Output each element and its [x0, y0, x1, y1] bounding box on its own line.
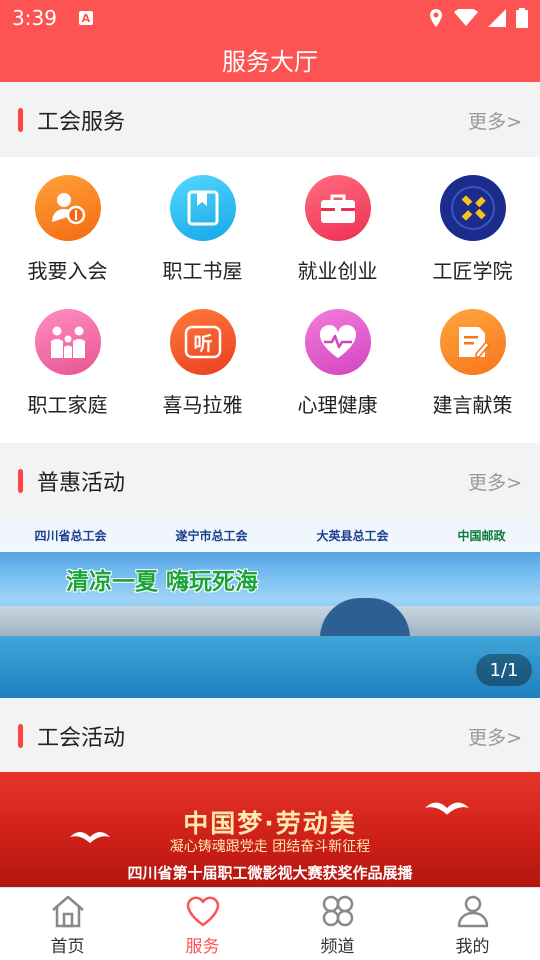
section-accent-bar — [18, 108, 23, 132]
ximalaya-icon: 听 — [169, 309, 236, 375]
section-accent-bar — [18, 724, 23, 748]
section-header-benefit-activity: 普惠活动 更多> — [0, 444, 540, 518]
notification-a-icon: A — [78, 11, 93, 25]
dove-icon — [70, 832, 110, 843]
service-item-employment[interactable]: 就业创业 — [270, 175, 405, 295]
section-header-union-service: 工会服务 更多> — [0, 83, 540, 157]
service-item-suggestion[interactable]: 建言献策 — [405, 309, 540, 429]
service-item-mental-health[interactable]: 心理健康 — [270, 309, 405, 429]
banner-caption: 四川省第十届职工微影视大赛获奖作品展播 — [127, 864, 413, 882]
section-title: 普惠活动 — [37, 471, 126, 496]
service-label: 就业创业 — [297, 259, 378, 283]
service-label: 心理健康 — [297, 393, 378, 417]
banner-headline: 清凉一夏 嗨玩死海 — [66, 569, 259, 595]
service-item-ximalaya[interactable]: 听 喜马拉雅 — [135, 309, 270, 429]
tab-label: 服务 — [185, 937, 220, 957]
org-name: 四川省总工会 — [34, 528, 107, 543]
banner-building — [0, 606, 540, 636]
banner-dome — [320, 598, 410, 638]
location-icon — [430, 9, 442, 27]
dove-icon — [425, 802, 469, 815]
service-label: 我要入会 — [27, 259, 108, 283]
service-label: 喜马拉雅 — [162, 393, 243, 417]
section-header-union-activity: 工会活动 更多> — [0, 699, 540, 773]
section-accent-bar — [18, 469, 23, 493]
banner-page-counter: 1/1 — [476, 654, 532, 686]
tab-service[interactable]: 服务 — [135, 888, 270, 960]
service-label: 工匠学院 — [432, 259, 513, 283]
membership-icon — [34, 175, 101, 241]
craftsman-academy-logo-icon — [439, 175, 506, 241]
more-link[interactable]: 更多> — [468, 723, 522, 750]
channel-grid-icon — [322, 895, 353, 927]
battery-icon — [516, 8, 528, 28]
service-grid: 我要入会 职工书屋 就业创业 工匠学院 职工家庭 听 喜马拉雅 心理健康 建言献… — [0, 157, 540, 443]
tab-label: 我的 — [455, 937, 490, 957]
banner-org-strip: 四川省总工会 遂宁市总工会 大英县总工会 中国邮政 — [0, 518, 540, 552]
service-item-join-union[interactable]: 我要入会 — [0, 175, 135, 295]
org-name: 中国邮政 — [457, 528, 506, 543]
status-bar: 3:39 A — [0, 0, 540, 36]
heart-icon — [186, 896, 219, 927]
service-label: 职工家庭 — [27, 393, 108, 417]
heart-pulse-icon — [304, 309, 371, 375]
svg-text:听: 听 — [193, 332, 212, 355]
signal-icon — [488, 9, 506, 27]
bottom-tab-bar: 首页 服务 频道 我的 — [0, 887, 540, 960]
banner-water — [0, 636, 540, 698]
tab-label: 频道 — [320, 937, 355, 957]
page-title: 服务大厅 — [222, 47, 318, 76]
service-label: 职工书屋 — [162, 259, 243, 283]
home-icon — [51, 895, 84, 928]
more-link[interactable]: 更多> — [468, 107, 522, 134]
service-item-worker-family[interactable]: 职工家庭 — [0, 309, 135, 429]
service-item-craftsman-academy[interactable]: 工匠学院 — [405, 175, 540, 295]
page-title-bar: 服务大厅 — [0, 36, 540, 82]
wifi-icon — [454, 9, 478, 26]
org-name: 大英县总工会 — [316, 528, 389, 543]
section-title: 工会活动 — [37, 726, 126, 751]
service-label: 建言献策 — [432, 393, 513, 417]
briefcase-icon — [304, 175, 371, 241]
book-icon — [169, 175, 236, 241]
tab-label: 首页 — [50, 937, 85, 957]
status-time: 3:39 — [12, 6, 57, 30]
more-link[interactable]: 更多> — [468, 468, 522, 495]
union-activity-banner[interactable]: 中国梦·劳动美 凝心铸魂跟党走 团结奋斗新征程 四川省第十届职工微影视大赛获奖作… — [0, 772, 540, 887]
suggestion-doc-icon — [439, 309, 506, 375]
tab-channel[interactable]: 频道 — [270, 888, 405, 960]
org-name: 遂宁市总工会 — [175, 528, 248, 543]
benefit-activity-banner[interactable]: 四川省总工会 遂宁市总工会 大英县总工会 中国邮政 清凉一夏 嗨玩死海 1/1 — [0, 518, 540, 698]
tab-home[interactable]: 首页 — [0, 888, 135, 960]
profile-icon — [457, 895, 488, 928]
service-item-worker-library[interactable]: 职工书屋 — [135, 175, 270, 295]
family-icon — [34, 309, 101, 375]
tab-mine[interactable]: 我的 — [405, 888, 540, 960]
section-title: 工会服务 — [37, 110, 126, 135]
